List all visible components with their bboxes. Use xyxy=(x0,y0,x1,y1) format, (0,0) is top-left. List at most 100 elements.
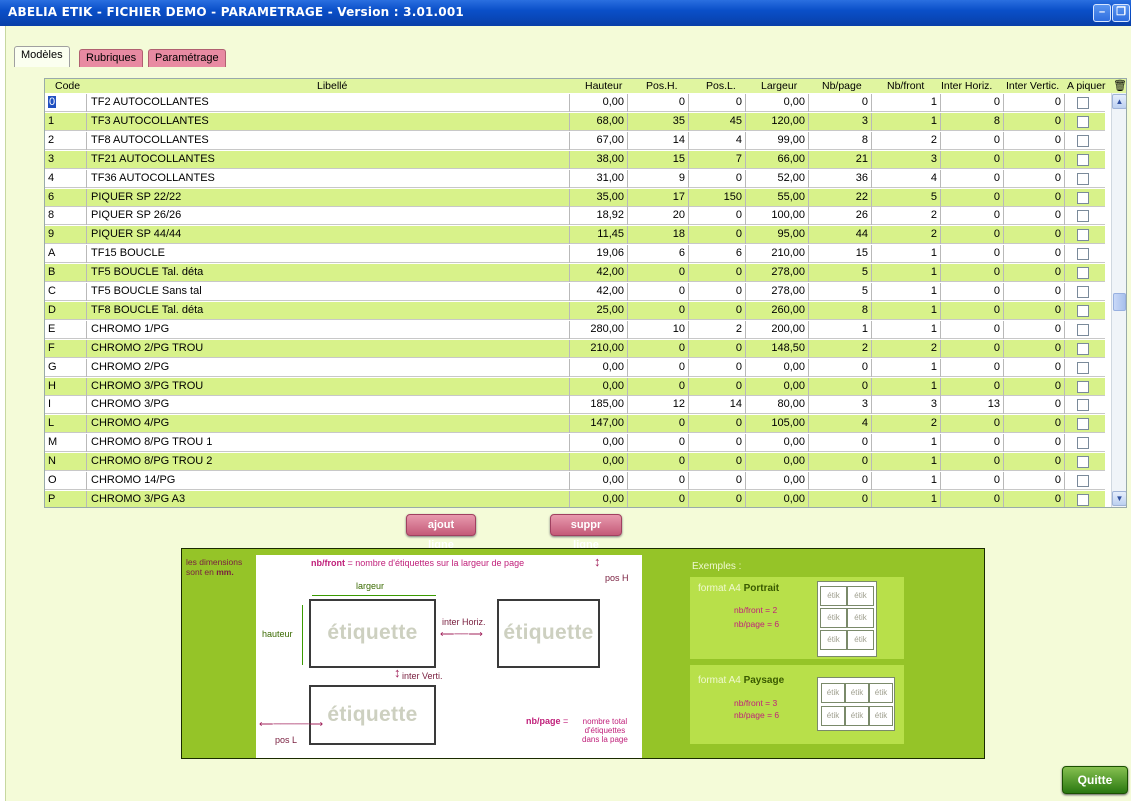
cell-code[interactable]: G xyxy=(45,358,87,377)
cell-libelle[interactable]: CHROMO 3/PG TROU xyxy=(87,377,570,396)
cell-inter-vertic[interactable]: 0 xyxy=(1004,472,1065,490)
cell-inter-vertic[interactable]: 0 xyxy=(1004,264,1065,283)
a-piquer-checkbox[interactable] xyxy=(1077,286,1089,298)
cell-libelle[interactable]: PIQUER SP 26/26 xyxy=(87,207,570,226)
cell-largeur[interactable]: 52,00 xyxy=(746,169,809,188)
col-header-largeur[interactable]: Largeur xyxy=(761,80,797,92)
cell-hauteur[interactable]: 11,45 xyxy=(570,226,628,245)
cell-posh[interactable]: 0 xyxy=(628,94,689,112)
a-piquer-checkbox[interactable] xyxy=(1077,115,1089,128)
table-row[interactable]: 0 TF2 AUTOCOLLANTES 0,00 0 0 0,00 0 1 0 0 xyxy=(45,94,1105,112)
cell-posl[interactable]: 0 xyxy=(689,169,746,188)
table-row[interactable]: 6 PIQUER SP 22/22 35,00 17 150 55,00 22 5 0 0 xyxy=(45,188,1105,207)
cell-posl[interactable]: 4 xyxy=(689,131,746,150)
cell-libelle[interactable]: PIQUER SP 44/44 xyxy=(87,226,570,245)
cell-largeur[interactable]: 0,00 xyxy=(746,94,809,112)
cell-nbfront[interactable]: 2 xyxy=(872,131,941,150)
cell-inter-horiz[interactable]: 0 xyxy=(941,434,1004,453)
cell-libelle[interactable]: CHROMO 1/PG xyxy=(87,320,570,339)
cell-inter-vertic[interactable]: 0 xyxy=(1004,358,1065,377)
cell-nbpage[interactable]: 8 xyxy=(809,131,872,150)
a-piquer-checkbox[interactable] xyxy=(1077,153,1089,166)
cell-posh[interactable]: 20 xyxy=(628,207,689,226)
a-piquer-checkbox[interactable] xyxy=(1077,399,1089,412)
minimize-button[interactable]: – xyxy=(1093,4,1111,22)
cell-inter-horiz[interactable]: 13 xyxy=(941,396,1004,415)
cell-libelle[interactable]: CHROMO 8/PG TROU 1 xyxy=(87,434,570,453)
a-piquer-checkbox[interactable] xyxy=(1077,248,1089,261)
table-row[interactable]: L CHROMO 4/PG 147,00 0 0 105,00 4 2 0 0 xyxy=(45,415,1105,434)
cell-hauteur[interactable]: 0,00 xyxy=(570,434,628,453)
cell-inter-vertic[interactable]: 0 xyxy=(1004,490,1065,507)
cell-posh[interactable]: 0 xyxy=(628,264,689,283)
cell-code[interactable]: P xyxy=(45,490,87,507)
cell-nbfront[interactable]: 5 xyxy=(872,188,941,207)
cell-hauteur[interactable]: 0,00 xyxy=(570,472,628,490)
cell-nbpage[interactable]: 44 xyxy=(809,226,872,245)
cell-code[interactable]: C xyxy=(45,283,87,301)
cell-posl[interactable]: 0 xyxy=(689,415,746,434)
tab-modeles[interactable]: Modèles xyxy=(14,46,70,67)
cell-nbfront[interactable]: 1 xyxy=(872,490,941,507)
table-row[interactable]: A TF15 BOUCLE 19,06 6 6 210,00 15 1 0 0 xyxy=(45,245,1105,264)
scroll-up-icon[interactable]: ▲ xyxy=(1112,94,1126,109)
cell-code[interactable]: O xyxy=(45,472,87,490)
cell-nbfront[interactable]: 1 xyxy=(872,245,941,264)
cell-inter-horiz[interactable]: 0 xyxy=(941,377,1004,396)
cell-inter-horiz[interactable]: 0 xyxy=(941,207,1004,226)
cell-libelle[interactable]: CHROMO 2/PG TROU xyxy=(87,339,570,358)
cell-posl[interactable]: 0 xyxy=(689,377,746,396)
cell-posl[interactable]: 6 xyxy=(689,245,746,264)
cell-nbpage[interactable]: 1 xyxy=(809,320,872,339)
table-row[interactable]: N CHROMO 8/PG TROU 2 0,00 0 0 0,00 0 1 0 0 xyxy=(45,453,1105,472)
cell-nbfront[interactable]: 1 xyxy=(872,94,941,112)
cell-nbpage[interactable]: 26 xyxy=(809,207,872,226)
cell-libelle[interactable]: CHROMO 8/PG TROU 2 xyxy=(87,453,570,472)
cell-posh[interactable]: 15 xyxy=(628,150,689,169)
cell-libelle[interactable]: CHROMO 3/PG A3 xyxy=(87,490,570,507)
col-header-code[interactable]: Code xyxy=(55,80,80,92)
col-header-posl[interactable]: Pos.L. xyxy=(706,80,736,92)
a-piquer-checkbox[interactable] xyxy=(1077,229,1089,242)
cell-posl[interactable]: 0 xyxy=(689,264,746,283)
cell-code[interactable]: N xyxy=(45,453,87,472)
cell-nbfront[interactable]: 3 xyxy=(872,150,941,169)
cell-inter-vertic[interactable]: 0 xyxy=(1004,169,1065,188)
table-row[interactable]: 1 TF3 AUTOCOLLANTES 68,00 35 45 120,00 3 1 8 0 xyxy=(45,112,1105,131)
cell-posl[interactable]: 0 xyxy=(689,490,746,507)
cell-libelle[interactable]: TF2 AUTOCOLLANTES xyxy=(87,94,570,112)
cell-inter-horiz[interactable]: 8 xyxy=(941,112,1004,131)
cell-nbpage[interactable]: 21 xyxy=(809,150,872,169)
cell-nbpage[interactable]: 0 xyxy=(809,472,872,490)
cell-code[interactable]: B xyxy=(45,264,87,283)
col-header-posh[interactable]: Pos.H. xyxy=(646,80,678,92)
cell-inter-horiz[interactable]: 0 xyxy=(941,169,1004,188)
cell-largeur[interactable]: 148,50 xyxy=(746,339,809,358)
cell-largeur[interactable]: 100,00 xyxy=(746,207,809,226)
a-piquer-checkbox[interactable] xyxy=(1077,191,1089,204)
cell-posl[interactable]: 0 xyxy=(689,283,746,301)
cell-nbfront[interactable]: 1 xyxy=(872,434,941,453)
cell-code[interactable]: 8 xyxy=(45,207,87,226)
col-header-libelle[interactable]: Libellé xyxy=(317,80,347,92)
cell-nbfront[interactable]: 1 xyxy=(872,301,941,320)
cell-posh[interactable]: 10 xyxy=(628,320,689,339)
cell-largeur[interactable]: 0,00 xyxy=(746,472,809,490)
cell-nbfront[interactable]: 1 xyxy=(872,320,941,339)
cell-libelle[interactable]: CHROMO 2/PG xyxy=(87,358,570,377)
table-row[interactable]: P CHROMO 3/PG A3 0,00 0 0 0,00 0 1 0 0 xyxy=(45,490,1105,507)
cell-nbpage[interactable]: 0 xyxy=(809,434,872,453)
cell-nbpage[interactable]: 8 xyxy=(809,301,872,320)
cell-nbpage[interactable]: 15 xyxy=(809,245,872,264)
cell-code[interactable]: H xyxy=(45,377,87,396)
cell-posh[interactable]: 17 xyxy=(628,188,689,207)
cell-inter-vertic[interactable]: 0 xyxy=(1004,150,1065,169)
cell-inter-horiz[interactable]: 0 xyxy=(941,283,1004,301)
cell-hauteur[interactable]: 35,00 xyxy=(570,188,628,207)
a-piquer-checkbox[interactable] xyxy=(1077,493,1089,506)
table-row[interactable]: G CHROMO 2/PG 0,00 0 0 0,00 0 1 0 0 xyxy=(45,358,1105,377)
a-piquer-checkbox[interactable] xyxy=(1077,304,1089,317)
cell-inter-vertic[interactable]: 0 xyxy=(1004,453,1065,472)
cell-largeur[interactable]: 278,00 xyxy=(746,264,809,283)
cell-inter-horiz[interactable]: 0 xyxy=(941,264,1004,283)
